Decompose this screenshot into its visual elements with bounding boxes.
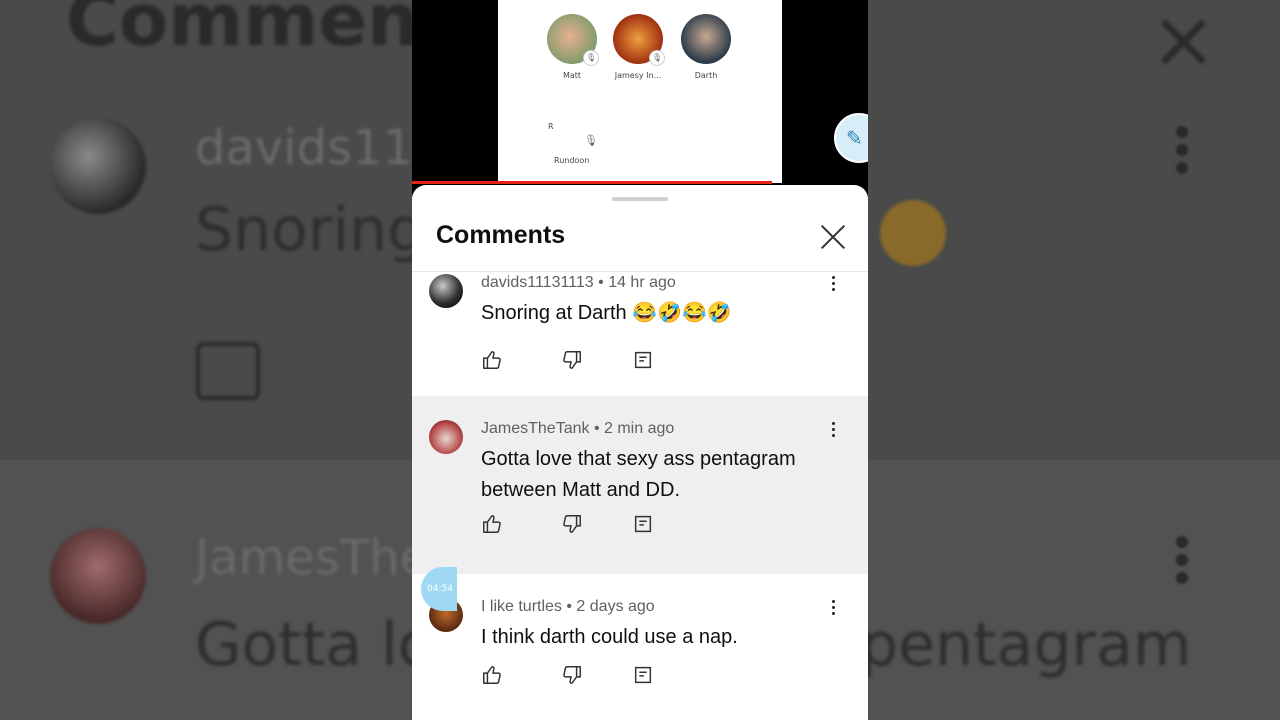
bg-avatar — [50, 528, 146, 624]
comment-text: I think darth could use a nap. — [481, 626, 738, 648]
dislike-icon[interactable] — [561, 664, 583, 686]
comment-meta: I like turtles • 2 days ago — [481, 598, 655, 615]
comment-text: Snoring at Darth 😂🤣😂🤣 — [481, 302, 732, 324]
video-player[interactable]: 🎙 Matt 🎙 Jamesy In... Darth R 🎙 Rundoon … — [412, 0, 868, 185]
like-icon[interactable] — [481, 664, 503, 686]
bg-emoji-icon — [880, 200, 946, 266]
participant-name: Jamesy In... — [614, 71, 662, 80]
like-icon[interactable] — [481, 513, 503, 535]
edit-icon[interactable]: ✎ — [834, 113, 868, 163]
comment-time: 2 days ago — [576, 598, 655, 615]
comment-meta: JamesTheTank • 2 min ago — [481, 420, 675, 437]
comments-sheet: Comments davids11131113 • 14 hr ago Snor… — [412, 185, 868, 720]
dislike-icon[interactable] — [561, 513, 583, 535]
bg-more-icon — [1176, 536, 1190, 590]
participant-name: Matt — [562, 71, 582, 80]
more-icon[interactable] — [826, 600, 840, 620]
comment-actions — [481, 513, 681, 535]
video-progress-bar[interactable] — [412, 181, 772, 184]
comment-item: I like turtles • 2 days ago I think dart… — [412, 574, 868, 720]
comment-time: 14 hr ago — [608, 274, 676, 291]
drag-handle[interactable] — [612, 197, 668, 201]
reply-icon[interactable] — [632, 513, 654, 535]
comment-meta: davids11131113 • 14 hr ago — [481, 274, 676, 291]
mic-icon: 🎙 — [649, 50, 665, 66]
bg-more-icon — [1176, 126, 1190, 180]
comment-actions — [481, 664, 681, 686]
reply-icon[interactable] — [632, 664, 654, 686]
bg-like-icon — [196, 342, 260, 400]
timer-badge[interactable]: 04:54 — [421, 567, 457, 611]
phone-frame: 🎙 Matt 🎙 Jamesy In... Darth R 🎙 Rundoon … — [412, 0, 868, 720]
comment-actions — [481, 349, 681, 371]
bg-username: davids111 — [195, 120, 444, 176]
like-icon[interactable] — [481, 349, 503, 371]
participant-avatar: 🎙 — [613, 14, 665, 66]
mic-icon: 🎙 — [584, 134, 598, 147]
more-icon[interactable] — [826, 276, 840, 296]
comment-item: JamesTheTank • 2 min ago Gotta love that… — [412, 396, 868, 574]
close-icon[interactable] — [818, 221, 848, 251]
comment-author[interactable]: I like turtles — [481, 598, 562, 615]
participant-name: Darth — [694, 71, 718, 80]
comment-time: 2 min ago — [604, 420, 675, 437]
bg-username: JamesThe — [195, 530, 430, 586]
rundown-label: Rundoon — [554, 156, 590, 165]
participant-avatar — [681, 14, 731, 64]
reply-icon[interactable] — [632, 349, 654, 371]
comment-text: Gotta love that sexy ass pentagram betwe… — [481, 448, 796, 501]
participant-avatar: 🎙 — [547, 14, 599, 66]
participant-matt: 🎙 Matt — [546, 14, 599, 80]
dislike-icon[interactable] — [561, 349, 583, 371]
avatar[interactable] — [429, 420, 463, 454]
bg-comment-text: Gotta lo — [195, 610, 435, 680]
more-icon[interactable] — [826, 422, 840, 442]
comment-author[interactable]: JamesTheTank — [481, 420, 590, 437]
mic-icon: 🎙 — [583, 50, 599, 66]
avatar[interactable] — [429, 274, 463, 308]
bg-comment-text: pentagram — [860, 610, 1192, 680]
video-screen: 🎙 Matt 🎙 Jamesy In... Darth R 🎙 Rundoon — [498, 0, 782, 183]
comment-item: davids11131113 • 14 hr ago Snoring at Da… — [412, 272, 868, 396]
bg-comment-text: Snoring — [195, 195, 426, 265]
comments-title: Comments — [436, 221, 566, 249]
participant-darth: Darth — [680, 14, 732, 80]
comment-author[interactable]: davids11131113 — [481, 274, 594, 291]
participant-jamesy: 🎙 Jamesy In... — [612, 14, 665, 80]
rundown-letter: R — [548, 122, 554, 131]
bg-close-icon: × — [1150, 0, 1218, 86]
bg-avatar — [50, 118, 146, 214]
